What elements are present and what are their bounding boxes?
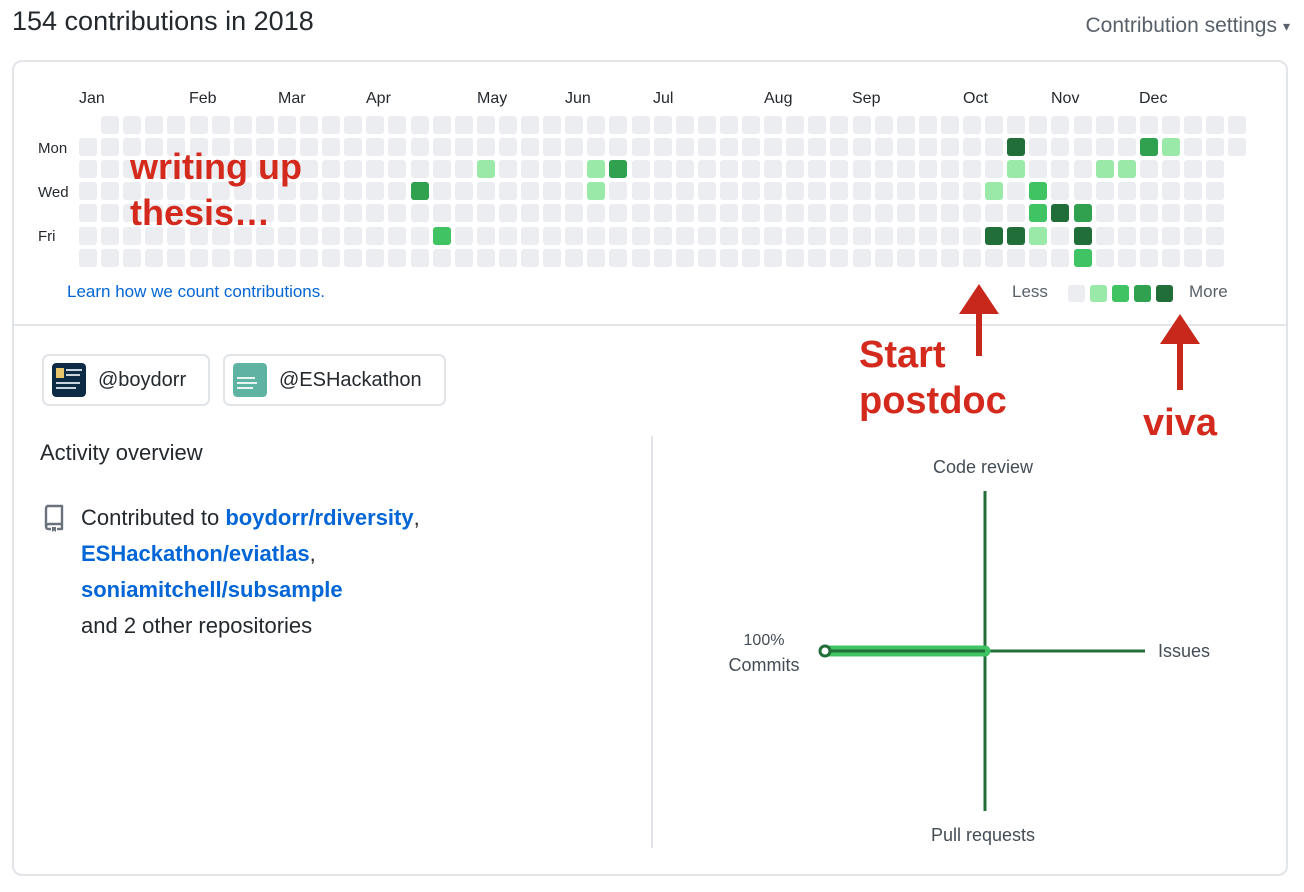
activity-radar-chart [818, 491, 1145, 811]
commits-point [818, 644, 832, 658]
